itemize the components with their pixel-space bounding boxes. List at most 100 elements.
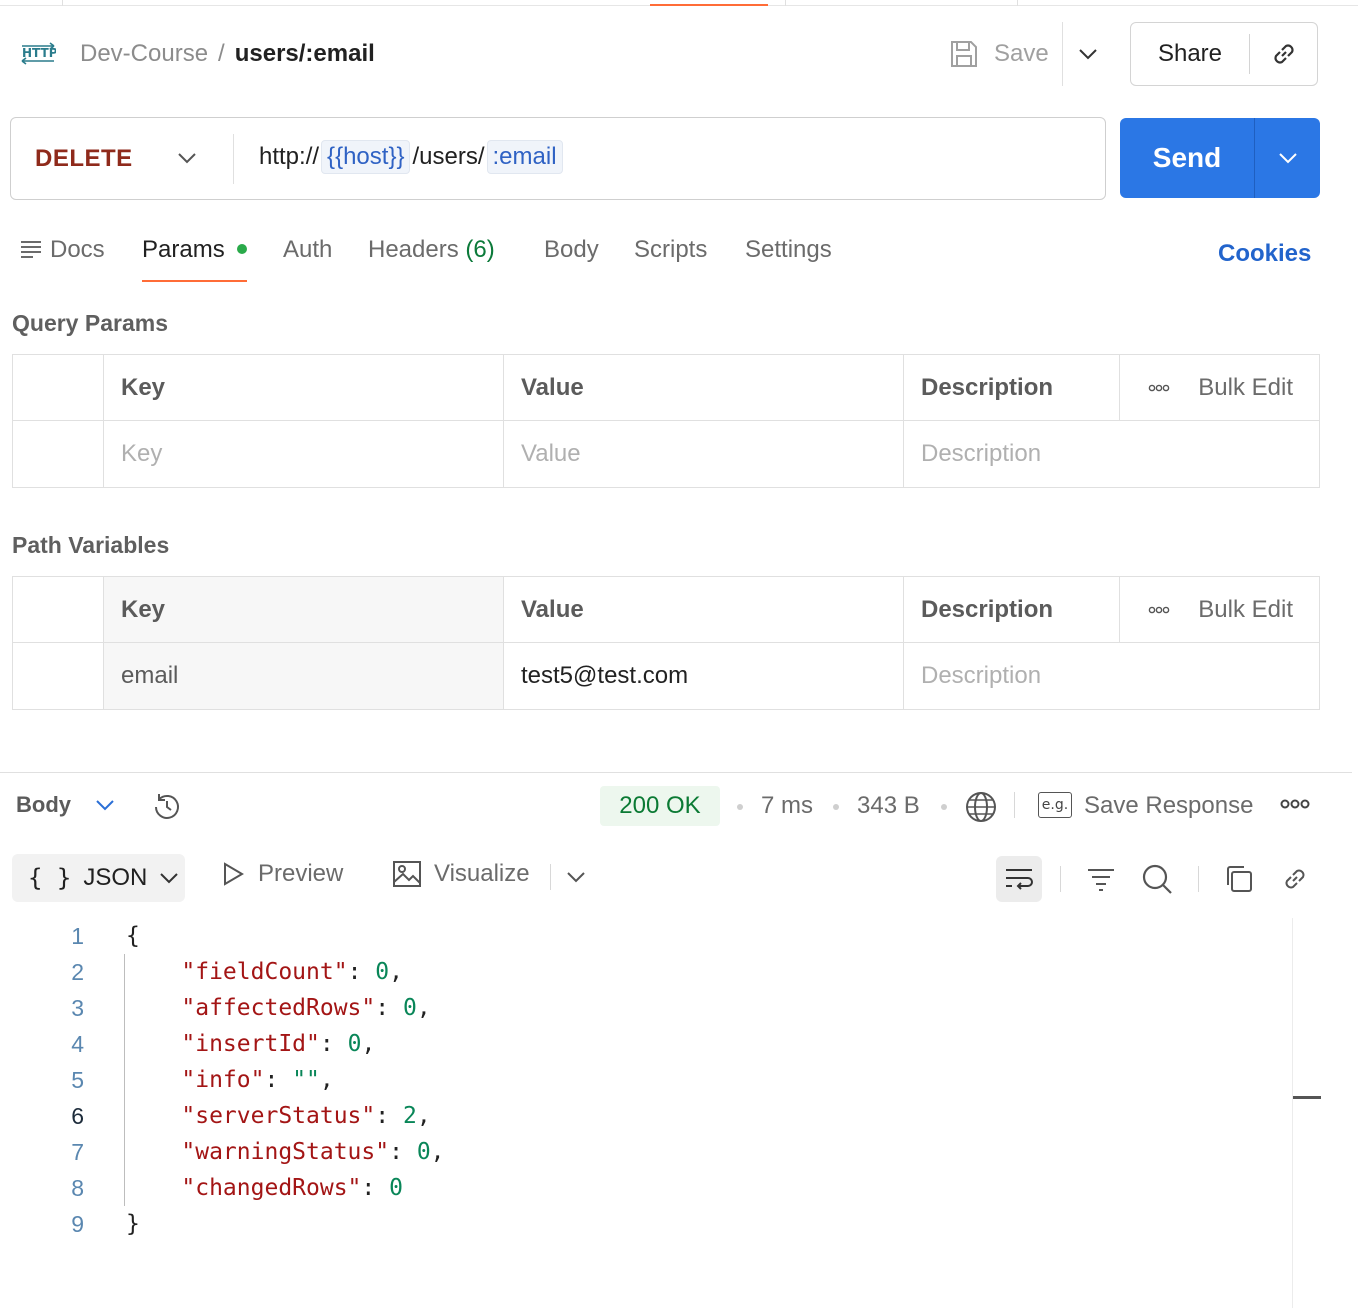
line-number: 4 — [71, 1031, 84, 1057]
chevron-down-icon[interactable] — [177, 146, 197, 170]
tab-body[interactable]: Body — [544, 234, 599, 282]
copy-link-response-button[interactable] — [1272, 856, 1318, 902]
code-punct: , — [389, 959, 403, 985]
example-icon: e.g. — [1038, 792, 1072, 818]
code-key: "changedRows" — [181, 1175, 362, 1201]
line-number: 3 — [71, 995, 84, 1021]
active-tab-indicator — [650, 4, 768, 6]
request-header: HTTP Dev-Course / users/:email Save Share — [0, 22, 1358, 86]
send-dropdown-button[interactable] — [1255, 151, 1320, 165]
code-line: 4 "insertId": 0, — [0, 1026, 1290, 1062]
history-icon[interactable] — [150, 790, 184, 824]
key-input[interactable]: Key — [103, 421, 503, 487]
copy-link-button[interactable] — [1250, 38, 1317, 70]
tab-params-label: Params — [142, 236, 225, 263]
url-variable-host[interactable]: {{host}} — [321, 140, 411, 174]
code-line: 8 "changedRows": 0 — [0, 1170, 1290, 1206]
code-punct: { — [126, 923, 140, 949]
save-dropdown-button[interactable] — [1062, 22, 1112, 86]
tab-docs-label: Docs — [50, 236, 105, 263]
preview-button[interactable]: Preview — [220, 860, 343, 888]
code-text: "warningStatus": 0, — [126, 1134, 444, 1170]
code-sep: : — [375, 995, 403, 1021]
filter-icon — [1088, 869, 1114, 891]
more-options-icon[interactable] — [1280, 798, 1310, 810]
chevron-down-icon — [1278, 153, 1297, 164]
chevron-down-icon[interactable] — [566, 870, 586, 884]
meta-separator-dot — [737, 804, 743, 810]
wrap-lines-button[interactable] — [996, 856, 1042, 902]
more-options-icon[interactable] — [1148, 384, 1170, 392]
query-params-title: Query Params — [12, 310, 168, 336]
globe-icon[interactable] — [964, 790, 998, 824]
save-response-button[interactable]: Save Response — [1084, 792, 1253, 820]
breadcrumb-collection[interactable]: Dev-Course — [80, 40, 208, 67]
tab-headers-label: Headers — [368, 236, 459, 263]
copy-button[interactable] — [1216, 856, 1262, 902]
send-button[interactable]: Send — [1120, 142, 1254, 174]
column-header-key: Key — [121, 374, 166, 401]
chevron-down-icon[interactable] — [94, 796, 116, 814]
tab-headers[interactable]: Headers (6) — [368, 234, 495, 282]
code-text: "affectedRows": 0, — [126, 990, 430, 1026]
meta-separator-dot — [833, 804, 839, 810]
url-input[interactable]: http:// {{host}} /users/ :email — [259, 140, 565, 174]
tab-body-label: Body — [544, 236, 599, 263]
code-value: 2 — [402, 1103, 417, 1129]
scrollbar-marker — [1293, 1096, 1321, 1099]
save-button[interactable]: Save — [948, 36, 1049, 72]
share-button[interactable]: Share — [1131, 40, 1249, 68]
value-input[interactable]: Value — [503, 421, 903, 487]
visualize-button[interactable]: Visualize — [392, 860, 530, 888]
copy-icon — [1227, 866, 1252, 892]
description-input[interactable]: Description — [903, 643, 1319, 709]
url-variable-email[interactable]: :email — [486, 140, 563, 174]
code-line: 3 "affectedRows": 0, — [0, 990, 1290, 1026]
code-sep: : — [264, 1067, 293, 1093]
bulk-edit-button[interactable]: Bulk Edit — [1198, 374, 1293, 402]
code-line: 7 "warningStatus": 0, — [0, 1134, 1290, 1170]
code-punct: , — [319, 1067, 334, 1093]
wrap-icon — [1006, 869, 1033, 890]
column-header-value: Value — [521, 596, 584, 623]
path-variable-value-input[interactable]: test5@test.com — [503, 643, 903, 709]
description-input[interactable]: Description — [903, 421, 1319, 487]
request-name[interactable]: users/:email — [235, 40, 375, 67]
response-divider — [0, 772, 1352, 773]
code-line: 6 "serverStatus": 2, — [0, 1098, 1290, 1134]
code-key: "info" — [181, 1067, 265, 1093]
bulk-edit-group: Bulk Edit — [1148, 355, 1293, 421]
editor-scrollbar[interactable] — [1292, 918, 1321, 1308]
response-body-select[interactable]: Body — [16, 792, 71, 818]
tab-docs[interactable]: Docs — [20, 234, 105, 282]
code-text: "insertId": 0, — [126, 1026, 375, 1062]
code-sep: : — [347, 959, 376, 985]
tab-settings[interactable]: Settings — [745, 234, 832, 282]
code-sep: : — [389, 1139, 417, 1165]
tab-params[interactable]: Params — [142, 234, 247, 282]
tab-scripts[interactable]: Scripts — [634, 234, 707, 282]
search-button[interactable] — [1134, 856, 1180, 902]
link-icon — [1273, 44, 1294, 64]
code-line: 5 "info": "", — [0, 1062, 1290, 1098]
code-text: "changedRows": 0 — [126, 1170, 403, 1206]
format-select[interactable]: { } JSON — [12, 854, 185, 902]
cookies-link[interactable]: Cookies — [1218, 240, 1311, 268]
code-sep: : — [319, 1031, 348, 1057]
tab-divider — [62, 0, 63, 6]
query-params-table: Key Value Description Bulk Edit Key Valu… — [12, 354, 1320, 488]
tab-auth[interactable]: Auth — [283, 234, 332, 282]
filter-button[interactable] — [1078, 856, 1124, 902]
more-options-icon[interactable] — [1148, 606, 1170, 614]
code-text: } — [126, 1206, 140, 1242]
code-value: 0 — [389, 1175, 403, 1201]
bulk-edit-button[interactable]: Bulk Edit — [1198, 596, 1293, 624]
line-number: 7 — [71, 1139, 84, 1165]
response-time: 7 ms — [761, 792, 814, 819]
method-select[interactable]: DELETE — [35, 145, 133, 173]
table-row: email test5@test.com Description — [13, 643, 1319, 709]
code-value: 0 — [416, 1139, 431, 1165]
tab-settings-label: Settings — [745, 236, 832, 263]
